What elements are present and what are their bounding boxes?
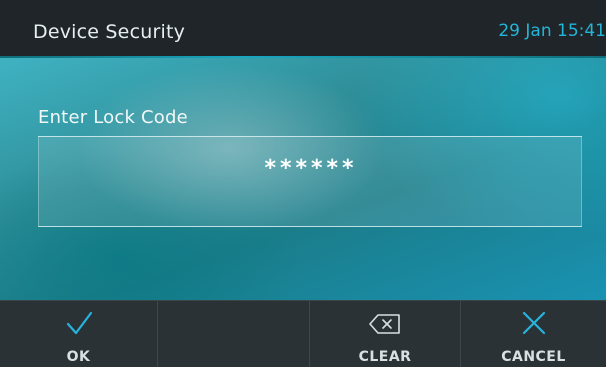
title-bar: Device Security 29 Jan 15:41 xyxy=(0,0,606,58)
clear-softkey-label: CLEAR xyxy=(358,349,412,365)
backspace-icon xyxy=(368,313,402,339)
ok-softkey-label: OK xyxy=(66,349,91,365)
cancel-softkey[interactable]: CANCEL xyxy=(460,301,606,367)
softkey-bar: OK CLEAR CANCEL xyxy=(0,300,606,367)
field-bottom-rule xyxy=(38,226,582,227)
lock-code-masked-value: ****** xyxy=(264,156,358,181)
empty-softkey xyxy=(157,301,309,367)
date-time: 29 Jan 15:41 xyxy=(498,21,606,41)
page-title: Device Security xyxy=(33,21,186,43)
check-icon xyxy=(64,309,94,343)
ok-softkey[interactable]: OK xyxy=(0,301,157,367)
close-icon xyxy=(521,310,547,340)
lock-code-input[interactable]: ****** xyxy=(38,137,582,226)
clear-softkey[interactable]: CLEAR xyxy=(309,301,460,367)
phone-screen: Device Security 29 Jan 15:41 Enter Lock … xyxy=(0,0,606,367)
lock-code-label: Enter Lock Code xyxy=(38,107,188,128)
cancel-softkey-label: CANCEL xyxy=(501,349,566,365)
lock-code-panel: Enter Lock Code ****** xyxy=(0,58,606,300)
